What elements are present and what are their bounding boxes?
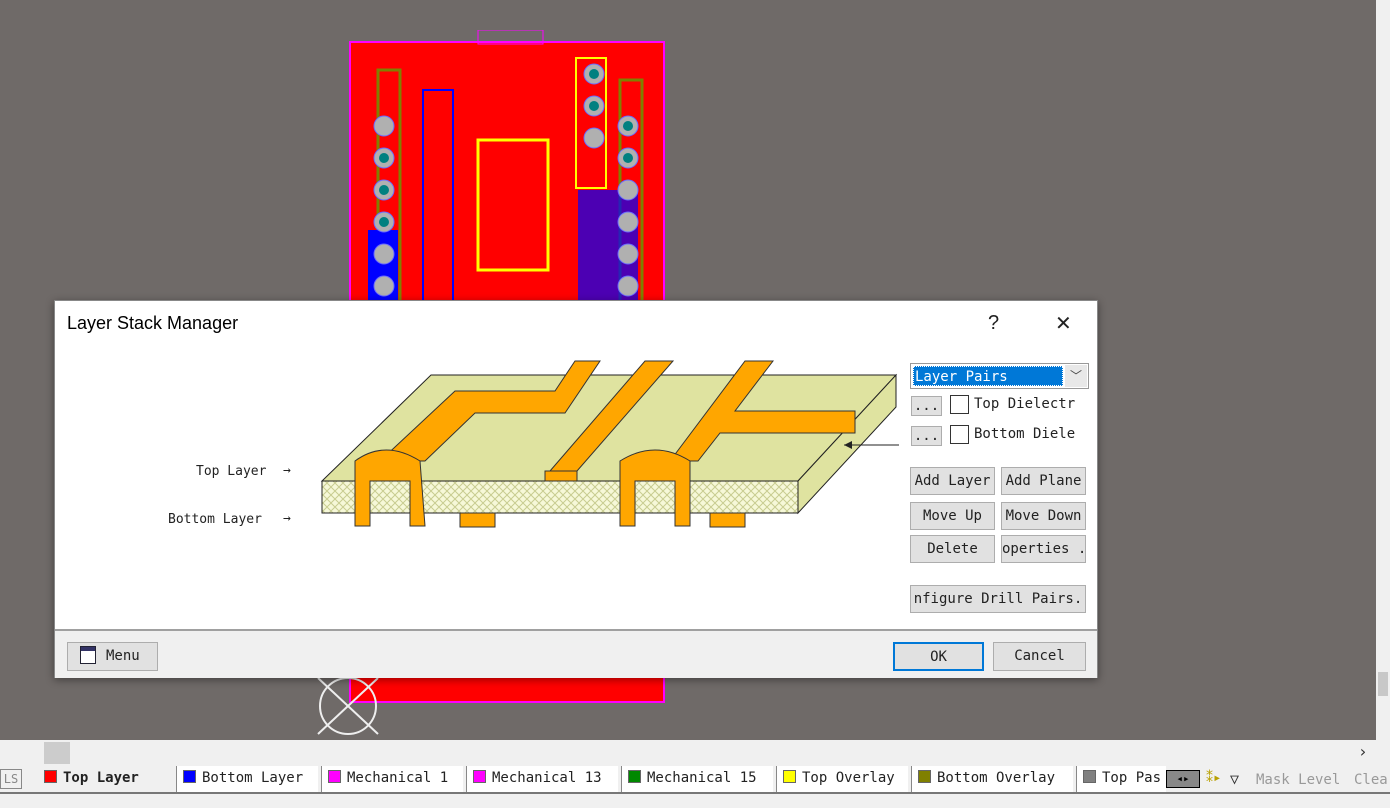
top-dielectric-ellipsis-button[interactable]: ... <box>911 396 942 416</box>
delete-button[interactable]: Delete <box>910 535 995 563</box>
cancel-button[interactable]: Cancel <box>993 642 1086 671</box>
layer-stack-illustration <box>320 360 899 528</box>
move-down-button[interactable]: Move Down <box>1001 502 1086 530</box>
menu-icon <box>80 646 96 664</box>
bottom-dielectric-ellipsis-button[interactable]: ... <box>911 426 942 446</box>
layer-tab-bar: › LS Top Layer Bottom Layer Mechanical 1… <box>0 740 1390 808</box>
top-layer-label: Top Layer <box>196 464 267 479</box>
tab-bottom-overlay[interactable]: Bottom Overlay <box>911 766 1073 792</box>
ok-button[interactable]: OK <box>893 642 984 671</box>
tab-mechanical-13[interactable]: Mechanical 13 <box>466 766 618 792</box>
dialog-footer: Menu OK Cancel <box>55 629 1097 678</box>
filter-icon[interactable]: ▽ <box>1230 770 1239 788</box>
combo-value: Layer Pairs <box>913 366 1063 386</box>
tab-mechanical-15[interactable]: Mechanical 15 <box>621 766 773 792</box>
ls-button[interactable]: LS <box>0 769 22 789</box>
layer-set-icon[interactable]: ⁑▸ <box>1206 770 1221 786</box>
properties-button[interactable]: operties . <box>1001 535 1086 563</box>
clear-button[interactable]: Clea <box>1354 772 1388 788</box>
add-plane-button[interactable]: Add Plane <box>1001 467 1086 495</box>
add-layer-button[interactable]: Add Layer <box>910 467 995 495</box>
tab-scroll-arrows-icon[interactable]: ◂▸ <box>1166 770 1200 788</box>
tab-bottom-layer[interactable]: Bottom Layer <box>176 766 318 792</box>
layer-pairs-combo[interactable]: Layer Pairs ﹀ <box>910 363 1089 389</box>
layer-stack-manager-dialog: Layer Stack Manager ? ✕ Top Layer → Bott… <box>54 300 1098 678</box>
vertical-scrollbar[interactable] <box>1376 0 1390 740</box>
help-button[interactable]: ? <box>988 312 999 335</box>
mask-level-button[interactable]: Mask Level <box>1256 772 1340 788</box>
bottom-layer-label: Bottom Layer <box>168 512 262 527</box>
menu-button[interactable]: Menu <box>67 642 158 671</box>
menu-label: Menu <box>106 648 140 664</box>
tab-top-overlay[interactable]: Top Overlay <box>776 766 908 792</box>
configure-drill-pairs-button[interactable]: nfigure Drill Pairs. <box>910 585 1086 613</box>
dialog-title: Layer Stack Manager <box>67 313 239 333</box>
arrow-right-icon: → <box>283 511 291 526</box>
chevron-down-icon[interactable]: ﹀ <box>1065 365 1087 387</box>
tab-mechanical-1[interactable]: Mechanical 1 <box>321 766 463 792</box>
scroll-right-icon[interactable]: › <box>1358 742 1368 761</box>
move-up-button[interactable]: Move Up <box>910 502 995 530</box>
origin-marker-icon <box>317 677 379 735</box>
close-button[interactable]: ✕ <box>1055 311 1072 336</box>
horizontal-scroll-thumb[interactable] <box>44 742 70 764</box>
tab-top-layer[interactable]: Top Layer <box>38 766 174 792</box>
top-dielectric-label: Top Dielectr <box>974 396 1076 412</box>
top-dielectric-checkbox[interactable] <box>950 395 969 414</box>
arrow-right-icon: → <box>283 463 291 478</box>
bottom-dielectric-label: Bottom Diele <box>974 426 1076 442</box>
bottom-dielectric-checkbox[interactable] <box>950 425 969 444</box>
tab-top-paste[interactable]: Top Pas <box>1076 766 1166 792</box>
